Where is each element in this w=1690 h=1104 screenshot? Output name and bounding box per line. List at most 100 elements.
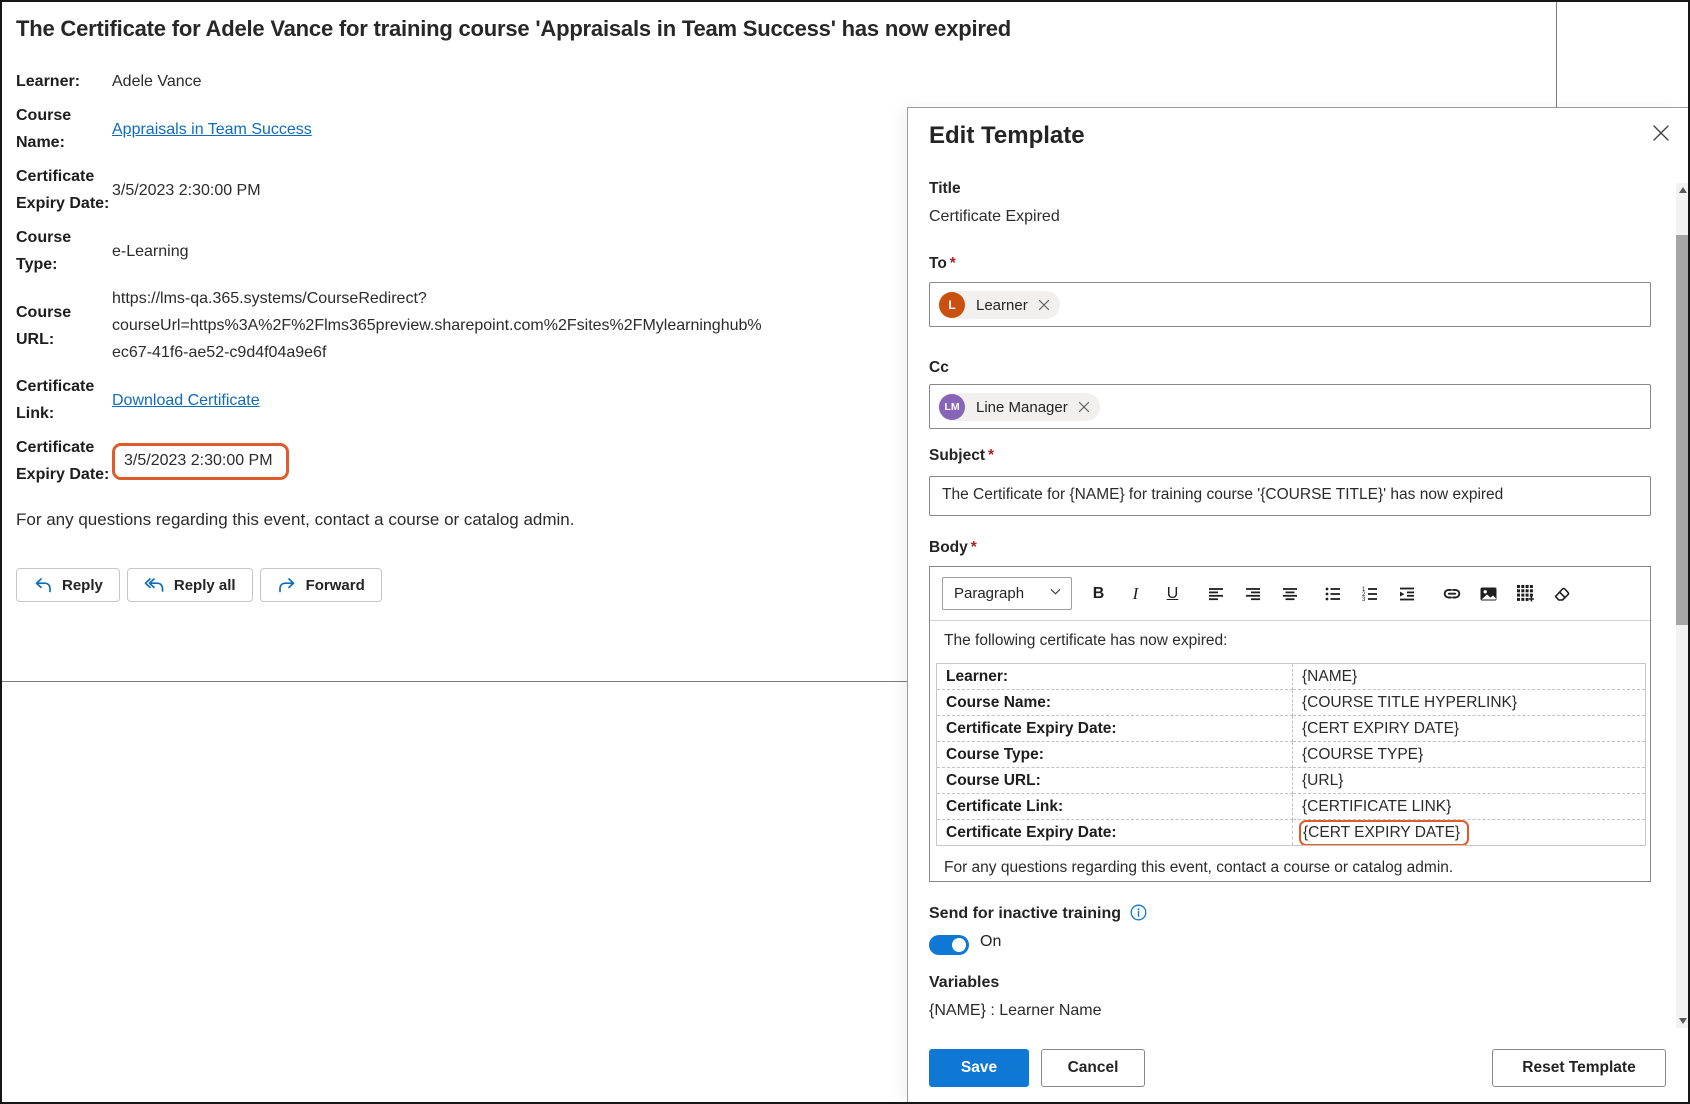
- variables-label: Variables: [929, 974, 999, 992]
- field-label: Certificate Expiry Date:: [16, 163, 112, 217]
- field-label: Certificate Link:: [16, 373, 112, 427]
- reset-template-button[interactable]: Reset Template: [1492, 1049, 1666, 1087]
- svg-text:3: 3: [1362, 597, 1366, 603]
- field-label: Course URL:: [16, 299, 112, 353]
- email-field-cert-link: Certificate Link: Download Certificate: [16, 373, 846, 427]
- email-details: Learner: Adele Vance Course Name: Apprai…: [16, 68, 846, 488]
- subject-field-label: Subject*: [929, 447, 994, 465]
- scrollbar-thumb[interactable]: [1676, 235, 1688, 625]
- highlight-annotation-box: {CERT EXPIRY DATE}: [1299, 820, 1469, 846]
- dismiss-icon[interactable]: [1078, 401, 1090, 413]
- italic-icon[interactable]: I: [1123, 581, 1148, 606]
- email-field-learner: Learner: Adele Vance: [16, 68, 846, 95]
- cc-field-label: Cc: [929, 359, 949, 377]
- required-asterisk: *: [950, 255, 956, 272]
- field-label: Certificate Expiry Date:: [16, 434, 112, 488]
- recipient-chip-line-manager[interactable]: LM Line Manager: [938, 393, 1100, 421]
- align-right-icon[interactable]: [1240, 581, 1265, 606]
- toolbar-icons: B I U 123: [1086, 581, 1575, 606]
- table-row: Certificate Link:{CERTIFICATE LINK}: [937, 794, 1646, 820]
- bold-icon[interactable]: B: [1086, 581, 1111, 606]
- body-footer-note: For any questions regarding this event, …: [944, 858, 1636, 878]
- to-recipients-input[interactable]: L Learner: [929, 282, 1651, 327]
- line-manager-avatar: LM: [939, 394, 965, 420]
- table-row: Certificate Expiry Date:{CERT EXPIRY DAT…: [937, 716, 1646, 742]
- screenshot-frame: The Certificate for Adele Vance for trai…: [0, 0, 1690, 1104]
- chevron-down-icon: [1049, 585, 1062, 602]
- email-field-course-type: Course Type: e-Learning: [16, 224, 846, 278]
- table-row-highlighted: Certificate Expiry Date:{CERT EXPIRY DAT…: [937, 820, 1646, 846]
- reply-all-button[interactable]: Reply all: [127, 568, 253, 602]
- app-canvas: The Certificate for Adele Vance for trai…: [2, 2, 1688, 1102]
- subject-input[interactable]: The Certificate for {NAME} for training …: [929, 476, 1651, 516]
- table-row: Course Name:{COURSE TITLE HYPERLINK}: [937, 690, 1646, 716]
- scrollbar-up-icon[interactable]: [1676, 183, 1688, 197]
- info-icon[interactable]: [1130, 904, 1147, 921]
- body-field-label: Body*: [929, 539, 977, 557]
- email-field-cert-expiry-highlighted: Certificate Expiry Date: 3/5/2023 2:30:0…: [16, 434, 846, 488]
- align-left-icon[interactable]: [1203, 581, 1228, 606]
- inactive-training-toggle[interactable]: [929, 935, 969, 955]
- email-field-cert-expiry: Certificate Expiry Date: 3/5/2023 2:30:0…: [16, 163, 846, 217]
- forward-icon: [277, 576, 297, 594]
- link-icon[interactable]: [1439, 581, 1464, 606]
- save-button[interactable]: Save: [929, 1049, 1029, 1087]
- merge-fields-table: Learner:{NAME} Course Name:{COURSE TITLE…: [936, 663, 1646, 846]
- recipient-chip-learner[interactable]: L Learner: [938, 291, 1060, 319]
- course-url-value: https://lms-qa.365.systems/CourseRedirec…: [112, 285, 762, 366]
- field-value: e-Learning: [112, 238, 189, 265]
- url-line-2: courseUrl=https%3A%2F%2Flms365preview.sh…: [112, 312, 762, 339]
- numbered-list-icon[interactable]: 123: [1357, 581, 1382, 606]
- reply-icon: [33, 576, 53, 594]
- body-intro-text: The following certificate has now expire…: [944, 630, 1636, 652]
- eraser-icon[interactable]: [1550, 581, 1575, 606]
- paragraph-style-select[interactable]: Paragraph: [942, 577, 1072, 610]
- inactive-training-label: Send for inactive training: [929, 904, 1147, 923]
- download-certificate-link[interactable]: Download Certificate: [112, 392, 260, 409]
- title-field-label: Title: [929, 180, 961, 198]
- editor-toolbar: Paragraph B I U: [930, 567, 1650, 621]
- body-rich-text-editor: Paragraph B I U: [929, 566, 1651, 882]
- email-field-course-name: Course Name: Appraisals in Team Success: [16, 102, 846, 156]
- dismiss-icon[interactable]: [1038, 299, 1050, 311]
- table-row: Learner:{NAME}: [937, 664, 1646, 690]
- scrollbar-down-icon[interactable]: [1676, 1014, 1688, 1028]
- bullet-list-icon[interactable]: [1320, 581, 1345, 606]
- chip-label: Learner: [976, 297, 1028, 314]
- cancel-button[interactable]: Cancel: [1041, 1049, 1145, 1087]
- highlight-annotation-box: 3/5/2023 2:30:00 PM: [112, 443, 289, 480]
- indent-icon[interactable]: [1394, 581, 1419, 606]
- cc-recipients-input[interactable]: LM Line Manager: [929, 384, 1651, 429]
- reply-all-icon: [144, 576, 165, 594]
- forward-button[interactable]: Forward: [260, 568, 382, 602]
- table-icon[interactable]: [1513, 581, 1538, 606]
- email-subject-title: The Certificate for Adele Vance for trai…: [16, 16, 1540, 42]
- field-value: Adele Vance: [112, 68, 202, 95]
- field-value: 3/5/2023 2:30:00 PM: [124, 452, 273, 469]
- email-field-course-url: Course URL: https://lms-qa.365.systems/C…: [16, 285, 846, 366]
- chip-label: Line Manager: [976, 399, 1068, 416]
- field-label: Learner:: [16, 68, 112, 95]
- close-icon: [1652, 124, 1670, 147]
- underline-icon[interactable]: U: [1160, 581, 1185, 606]
- table-row: Course URL:{URL}: [937, 768, 1646, 794]
- panel-scrollbar[interactable]: [1676, 183, 1688, 1028]
- toggle-knob: [952, 938, 966, 952]
- close-button[interactable]: [1650, 124, 1672, 146]
- url-line-3: ec67-41f6-ae52-c9d4f04a9e6f: [112, 339, 762, 366]
- variable-entry: {NAME} : Learner Name: [929, 1002, 1102, 1020]
- field-label: Course Type:: [16, 224, 112, 278]
- subject-value: The Certificate for {NAME} for training …: [930, 477, 1650, 513]
- table-row: Course Type:{COURSE TYPE}: [937, 742, 1646, 768]
- field-value: 3/5/2023 2:30:00 PM: [112, 177, 261, 204]
- field-label: Course Name:: [16, 102, 112, 156]
- body-editor-content[interactable]: The following certificate has now expire…: [930, 621, 1650, 878]
- paragraph-style-value: Paragraph: [954, 585, 1024, 602]
- reply-button[interactable]: Reply: [16, 568, 120, 602]
- required-asterisk: *: [988, 447, 994, 464]
- course-name-link[interactable]: Appraisals in Team Success: [112, 121, 312, 138]
- edit-template-panel: Edit Template Title Certificate Expired …: [907, 107, 1688, 1102]
- image-icon[interactable]: [1476, 581, 1501, 606]
- learner-avatar: L: [939, 292, 965, 318]
- align-center-icon[interactable]: [1277, 581, 1302, 606]
